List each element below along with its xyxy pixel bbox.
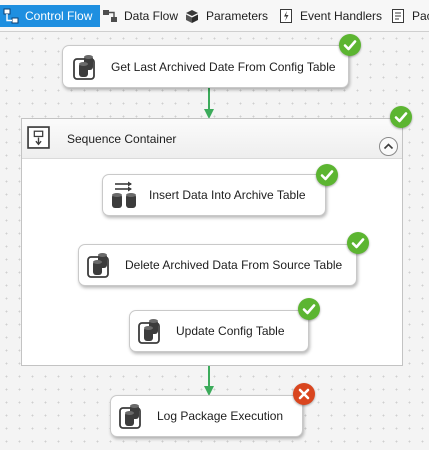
- parameters-icon: [186, 10, 198, 23]
- transfer-data-icon: [112, 181, 136, 208]
- control-flow-icon: [3, 8, 19, 24]
- designer-tab-bar: Control Flow Data Flow Parameters Event …: [0, 0, 429, 32]
- execute-sql-task-icon: [138, 319, 160, 344]
- tab-label: Pac: [412, 9, 429, 23]
- tab-label: Control Flow: [25, 9, 93, 23]
- package-explorer-icon: [392, 9, 404, 23]
- execute-sql-task-icon: [73, 54, 95, 80]
- tab-event-handlers[interactable]: Event Handlers: [275, 5, 382, 27]
- tab-control-flow[interactable]: Control Flow: [0, 5, 101, 27]
- data-flow-icon: [103, 10, 117, 22]
- success-status-icon: [390, 106, 412, 128]
- container-label: Sequence Container: [67, 132, 177, 146]
- execute-sql-task-icon: [119, 404, 141, 429]
- tab-package-explorer[interactable]: Pac: [387, 5, 429, 27]
- chevron-up-icon: [383, 143, 394, 150]
- task-label: Delete Archived Data From Source Table: [125, 258, 343, 272]
- task-get-last-archived-date[interactable]: Get Last Archived Date From Config Table: [62, 45, 349, 88]
- tab-label: Parameters: [206, 9, 269, 23]
- task-delete-archived-data[interactable]: Delete Archived Data From Source Table: [78, 244, 357, 286]
- success-status-icon: [316, 164, 338, 186]
- tab-data-flow[interactable]: Data Flow: [98, 5, 178, 27]
- success-status-icon: [339, 34, 361, 56]
- tab-label: Data Flow: [124, 9, 179, 23]
- task-update-config-table[interactable]: Update Config Table: [129, 310, 309, 352]
- execute-sql-task-icon: [87, 253, 109, 278]
- tab-label: Event Handlers: [300, 9, 383, 23]
- task-label: Get Last Archived Date From Config Table: [111, 59, 336, 74]
- task-label: Insert Data Into Archive Table: [149, 188, 306, 202]
- tab-parameters[interactable]: Parameters: [181, 5, 268, 27]
- success-status-icon: [298, 298, 320, 320]
- task-label: Update Config Table: [176, 324, 285, 338]
- event-handlers-icon: [280, 9, 292, 23]
- collapse-button[interactable]: [379, 137, 398, 156]
- task-insert-data-into-archive[interactable]: Insert Data Into Archive Table: [102, 174, 326, 216]
- success-status-icon: [347, 232, 369, 254]
- failure-status-icon: [293, 383, 315, 405]
- task-log-package-execution[interactable]: Log Package Execution: [110, 395, 303, 437]
- task-label: Log Package Execution: [157, 409, 284, 423]
- container-header[interactable]: Sequence Container: [22, 119, 402, 159]
- sequence-container-icon: [27, 126, 50, 149]
